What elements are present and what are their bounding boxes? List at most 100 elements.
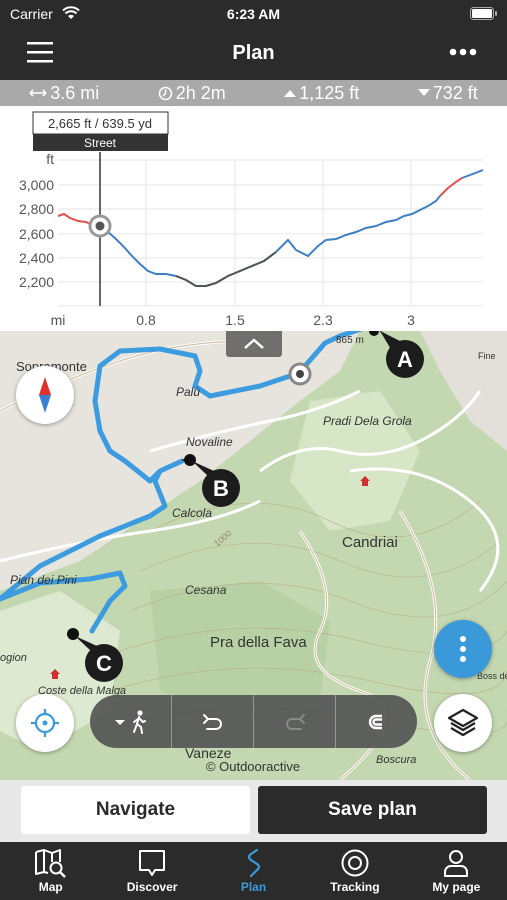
elevation-line-steep-start [57, 212, 93, 226]
crosshair-icon [31, 709, 59, 737]
tab-tracking[interactable]: Tracking [304, 842, 405, 900]
place-label: Boscura [376, 754, 416, 766]
y-tick-label: 2,400 [19, 250, 54, 266]
more-options-icon[interactable] [449, 48, 477, 56]
page-title: Plan [232, 42, 275, 64]
waypoint-dot[interactable] [67, 628, 79, 640]
user-icon [444, 850, 469, 877]
x-tick-label: 2.3 [313, 312, 333, 328]
caret-down-icon [114, 719, 125, 725]
vertical-dots-icon [460, 636, 466, 662]
tab-label: Map [38, 880, 63, 894]
map-view[interactable]: A B C Sopramonte Palù Novaline Calcola P… [0, 331, 507, 780]
descent-icon [417, 89, 430, 96]
y-unit-label: ft [46, 151, 54, 167]
y-tick-label: 2,200 [19, 274, 54, 290]
route-stats-bar: 3.6 mi 2h 2m 1,125 ft 732 ft [0, 80, 507, 106]
place-label: Cesana [185, 583, 227, 597]
place-label: ogion [0, 652, 27, 664]
planning-toolbar [90, 695, 417, 748]
hiking-icon [132, 709, 146, 734]
map-copyright: © Outdooractive [206, 759, 300, 774]
tab-my-page[interactable]: My page [406, 842, 507, 900]
tab-label: Discover [126, 880, 178, 894]
marker-a-label: A [397, 347, 413, 372]
duration-stat: 2h 2m [158, 83, 226, 104]
place-label: Boss del Mo [477, 671, 507, 681]
action-bar: Navigate Save plan [0, 780, 507, 842]
tab-label: Plan [240, 880, 267, 894]
tab-label: My page [432, 880, 481, 894]
compass-button[interactable] [16, 366, 74, 424]
activity-type-selector[interactable] [90, 695, 172, 748]
plan-route-icon [247, 848, 260, 878]
collapse-profile-button[interactable] [226, 331, 282, 357]
layers-button[interactable] [434, 694, 492, 752]
distance-value: 3.6 mi [50, 82, 100, 103]
chevron-up-icon [244, 338, 264, 349]
navigate-button[interactable]: Navigate [21, 786, 250, 834]
locate-me-button[interactable] [16, 694, 74, 752]
undo-button[interactable] [172, 695, 254, 748]
tab-plan[interactable]: Plan [203, 842, 304, 900]
descent-value: 732 ft [432, 82, 478, 103]
snap-to-path-button[interactable] [336, 695, 417, 748]
duration-value: 2h 2m [175, 82, 226, 103]
tab-map[interactable]: Map [0, 842, 101, 900]
descent-stat: 732 ft [417, 82, 478, 104]
current-position-dot [296, 370, 304, 378]
tooltip-value: 2,665 ft / 639.5 yd [48, 116, 152, 131]
x-tick-label: 3 [407, 312, 415, 328]
x-tick-label: 0.8 [136, 312, 156, 328]
elevation-line-dark [175, 251, 277, 287]
place-label: Pra della Fava [210, 634, 307, 651]
redo-button[interactable] [254, 695, 336, 748]
waypoint-dot[interactable] [184, 454, 196, 466]
tab-label: Tracking [330, 880, 380, 894]
place-label: Novaline [186, 435, 233, 449]
magnet-icon [368, 714, 382, 729]
elevation-line-steep-end [439, 177, 463, 197]
y-tick-label: 3,000 [19, 177, 54, 193]
ascent-value: 1,125 ft [299, 82, 360, 103]
compass-icon [39, 377, 51, 413]
y-tick-label: 2,600 [19, 226, 54, 242]
redo-icon [285, 713, 305, 730]
ascent-stat: 1,125 ft [284, 83, 359, 104]
place-label: Candriai [342, 534, 398, 551]
status-time: 6:23 AM [226, 6, 281, 22]
discover-icon [139, 850, 166, 876]
marker-c-label: C [96, 651, 112, 676]
distance-stat: 3.6 mi [29, 83, 99, 104]
place-label: Fine [478, 351, 496, 361]
y-tick-label: 2,800 [19, 201, 54, 217]
profile-cursor-dot [95, 221, 105, 231]
nav-bar: Plan [0, 28, 507, 80]
elevation-profile[interactable]: ft 3,000 2,800 2,600 2,400 2,200 mi 0.8 … [0, 106, 507, 331]
place-label: Calcola [172, 506, 212, 520]
place-label: Pradi Dela Grola [323, 414, 412, 428]
map-search-icon [34, 849, 66, 878]
x-unit-label: mi [51, 312, 66, 328]
place-label: Palù [176, 385, 200, 399]
status-bar: Carrier 6:23 AM [0, 0, 507, 28]
profile-gridlines [58, 159, 483, 307]
profile-tooltip: 2,665 ft / 639.5 yd Street [32, 111, 169, 151]
tooltip-surface: Street [84, 136, 117, 150]
save-plan-button[interactable]: Save plan [258, 786, 487, 834]
undo-icon [202, 713, 222, 730]
ascent-icon [284, 90, 297, 97]
elevation-label: 865 m [336, 335, 364, 346]
layers-icon [447, 708, 479, 737]
tracking-icon [341, 849, 369, 877]
battery-icon [470, 7, 497, 20]
clock-icon [158, 86, 172, 100]
map-more-button[interactable] [434, 620, 492, 678]
tab-bar: Map Discover Plan Tracking My page [0, 842, 507, 900]
x-tick-label: 1.5 [225, 312, 245, 328]
place-label: Pian dei Pini [10, 573, 77, 587]
elevation-line-end [461, 169, 484, 179]
distance-icon [29, 89, 47, 97]
tab-discover[interactable]: Discover [101, 842, 202, 900]
marker-b-label: B [213, 476, 229, 501]
